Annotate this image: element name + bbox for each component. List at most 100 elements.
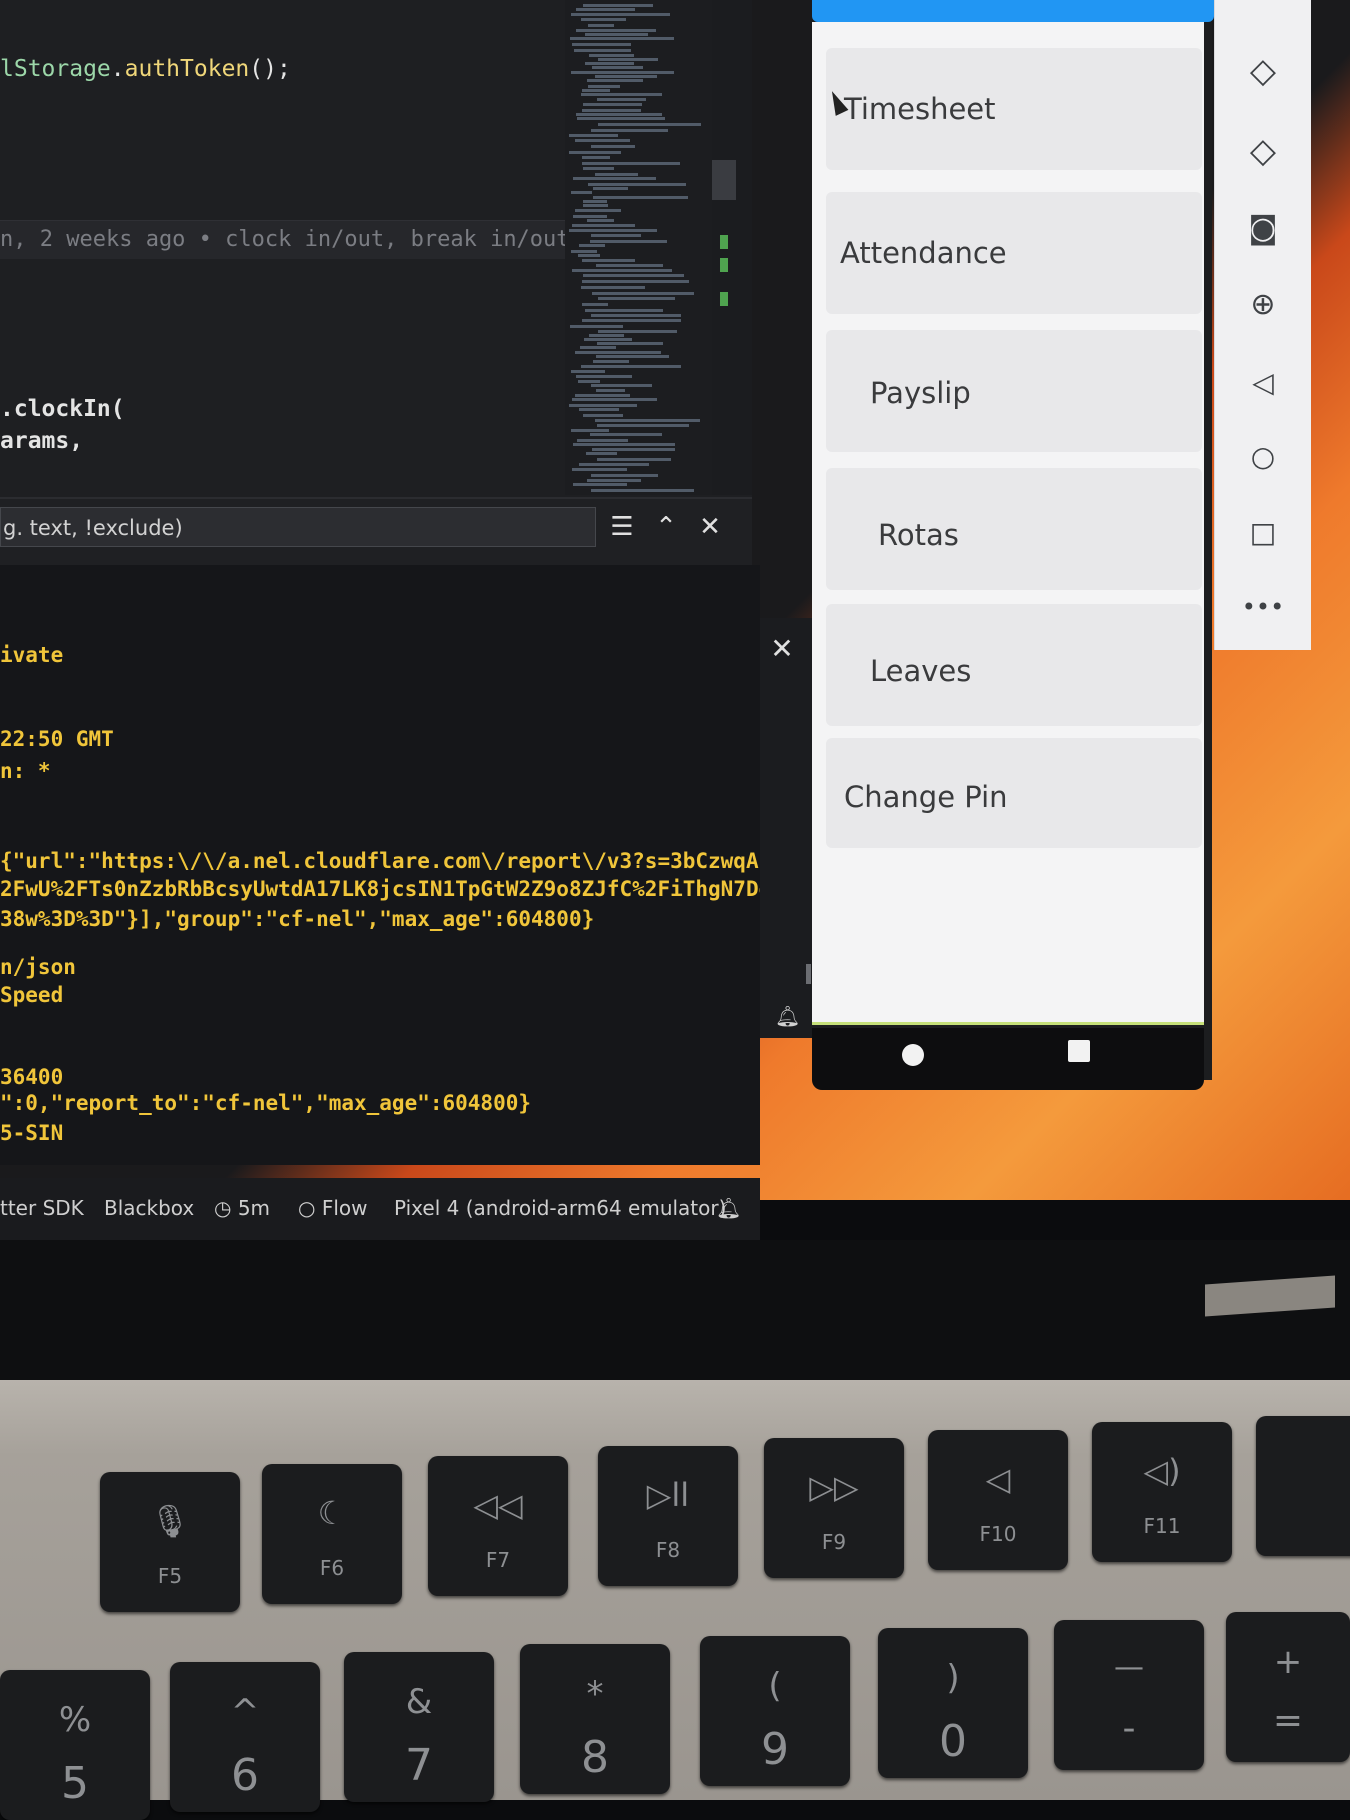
key-9[interactable]: ( 9 bbox=[700, 1636, 850, 1786]
editor-minimap[interactable] bbox=[565, 0, 712, 495]
resize-handle[interactable] bbox=[806, 964, 811, 984]
key-label: F6 bbox=[319, 1556, 345, 1580]
overview-icon[interactable]: □ bbox=[1240, 510, 1286, 556]
menu-item-label: Payslip bbox=[870, 376, 971, 410]
mic-icon: 🎙︎ bbox=[149, 1502, 191, 1540]
minimap-line bbox=[573, 443, 675, 446]
minimap-line bbox=[573, 177, 656, 180]
minimap-line bbox=[578, 380, 600, 383]
chevron-up-icon[interactable]: ⌃ bbox=[650, 511, 682, 543]
minimap-line bbox=[585, 62, 634, 65]
minimap-line bbox=[571, 370, 605, 373]
flow-status[interactable]: ○ Flow bbox=[298, 1196, 367, 1220]
home-nav-icon[interactable] bbox=[902, 1044, 924, 1066]
scrollbar-thumb[interactable] bbox=[712, 160, 736, 200]
key-f7[interactable]: ◁◁ F7 bbox=[428, 1456, 568, 1596]
menu-item-payslip[interactable]: Payslip bbox=[826, 330, 1202, 452]
close-panel-icon[interactable]: ✕ bbox=[765, 632, 799, 666]
key-f12[interactable] bbox=[1256, 1416, 1350, 1556]
key-6[interactable]: ^ 6 bbox=[170, 1662, 320, 1812]
key-5[interactable]: % 5 bbox=[0, 1670, 150, 1820]
blackbox-status[interactable]: Blackbox bbox=[104, 1196, 194, 1220]
console-filter-bar: g. text, !exclude) ☰ ⌃ ✕ bbox=[0, 497, 752, 567]
minimap-line bbox=[596, 355, 669, 358]
minimap-line bbox=[597, 342, 663, 345]
console-line: 38w%3D%3D"}],"group":"cf-nel","max_age":… bbox=[0, 907, 595, 931]
rotate-left-icon[interactable]: ◇ bbox=[1240, 48, 1286, 94]
menu-item-leaves[interactable]: Leaves bbox=[826, 604, 1202, 726]
timer-status[interactable]: ◷ 5m bbox=[214, 1196, 270, 1220]
editor-scrollbar[interactable] bbox=[712, 0, 752, 495]
key-8[interactable]: * 8 bbox=[520, 1644, 670, 1794]
device-selector[interactable]: Pixel 4 (android-arm64 emulator) bbox=[394, 1196, 726, 1220]
console-line: ivate bbox=[0, 643, 64, 667]
key-f6[interactable]: ☾ F6 bbox=[262, 1464, 402, 1604]
console-filter-input[interactable]: g. text, !exclude) bbox=[0, 507, 596, 547]
minimap-line bbox=[572, 43, 631, 46]
flutter-sdk-status[interactable]: tter SDK bbox=[0, 1196, 84, 1220]
menu-item-timesheet[interactable]: Timesheet bbox=[826, 48, 1202, 170]
rewind-icon: ◁◁ bbox=[473, 1486, 523, 1524]
minimap-line bbox=[589, 334, 624, 337]
minimap-line bbox=[582, 109, 641, 112]
key-f8[interactable]: ▷ll F8 bbox=[598, 1446, 738, 1586]
key-glyph: 8 bbox=[581, 1732, 609, 1783]
key-f10[interactable]: ◁ F10 bbox=[928, 1430, 1068, 1570]
minimap-line bbox=[595, 419, 700, 422]
minimap-line bbox=[571, 71, 674, 74]
minimap-line bbox=[572, 468, 627, 471]
more-icon[interactable]: ••• bbox=[1240, 584, 1286, 630]
minimap-line bbox=[569, 151, 621, 154]
menu-item-rotas[interactable]: Rotas bbox=[826, 468, 1202, 590]
key-f9[interactable]: ▷▷ F9 bbox=[764, 1438, 904, 1578]
filter-options-icon[interactable]: ☰ bbox=[606, 511, 638, 543]
minimap-line bbox=[598, 297, 675, 300]
key-glyph: = bbox=[1272, 1700, 1304, 1741]
key-equals[interactable]: + = bbox=[1226, 1612, 1350, 1762]
minimap-line bbox=[591, 489, 694, 492]
minimap-line bbox=[569, 404, 637, 407]
minimap-line bbox=[588, 85, 620, 88]
code-editor[interactable]: lStorage.authToken(); n, 2 weeks ago • c… bbox=[0, 0, 752, 500]
menu-item-attendance[interactable]: Attendance bbox=[826, 192, 1202, 314]
rotate-right-icon[interactable]: ◇ bbox=[1240, 128, 1286, 174]
minimap-line bbox=[579, 463, 649, 466]
menu-item-change-pin[interactable]: Change Pin bbox=[826, 738, 1202, 848]
notification-bell-icon[interactable]: 🔔︎ bbox=[716, 1196, 741, 1220]
zoom-icon[interactable]: ⊕ bbox=[1240, 282, 1286, 328]
key-shift-glyph: ) bbox=[946, 1658, 960, 1698]
key-label: F8 bbox=[655, 1538, 681, 1562]
minimap-line bbox=[581, 365, 681, 368]
flow-label: Flow bbox=[321, 1196, 368, 1220]
key-label: F7 bbox=[485, 1548, 511, 1572]
key-f11[interactable]: ◁) F11 bbox=[1092, 1422, 1232, 1562]
minimap-line bbox=[596, 389, 625, 392]
status-bar: tter SDK Blackbox ◷ 5m ○ Flow Pixel 4 (a… bbox=[0, 1178, 760, 1240]
minimap-line bbox=[588, 24, 614, 27]
camera-icon[interactable]: ◙ bbox=[1240, 206, 1286, 252]
minimap-line bbox=[584, 338, 632, 341]
back-icon[interactable]: ◁ bbox=[1240, 360, 1286, 406]
key-f5[interactable]: 🎙︎ F5 bbox=[100, 1472, 240, 1612]
minimap-line bbox=[576, 375, 632, 378]
key-shift-glyph: + bbox=[1273, 1642, 1303, 1682]
play-pause-icon: ▷ll bbox=[646, 1476, 690, 1514]
key-0[interactable]: ) 0 bbox=[878, 1628, 1028, 1778]
minimap-line bbox=[583, 200, 607, 203]
key-7[interactable]: & 7 bbox=[344, 1652, 494, 1802]
key-label: F10 bbox=[979, 1522, 1017, 1546]
bell-icon[interactable]: 🔔︎ bbox=[775, 1004, 801, 1030]
minimap-line bbox=[592, 66, 643, 69]
debug-console[interactable]: ivate 22:50 GMT n: * {"url":"https:\/\/a… bbox=[0, 565, 771, 1165]
minimap-line bbox=[585, 33, 648, 36]
recents-nav-icon[interactable] bbox=[1068, 1040, 1090, 1062]
git-change-marker bbox=[720, 235, 728, 249]
home-icon[interactable]: ○ bbox=[1240, 434, 1286, 480]
minimap-line bbox=[583, 103, 642, 106]
minimap-line bbox=[573, 483, 627, 486]
close-icon[interactable]: ✕ bbox=[694, 511, 726, 543]
menu-item-label: Timesheet bbox=[844, 92, 996, 126]
key-minus[interactable]: — - bbox=[1054, 1620, 1204, 1770]
android-nav-bar bbox=[812, 1028, 1204, 1090]
mute-icon: ◁ bbox=[985, 1460, 1011, 1498]
